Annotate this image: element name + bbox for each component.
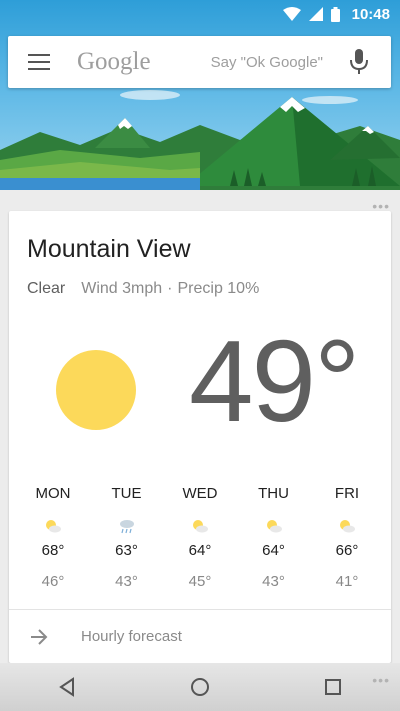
home-icon[interactable] <box>190 677 210 697</box>
high-temp: 63° <box>115 542 138 559</box>
low-temp: 43° <box>115 573 138 590</box>
back-icon[interactable] <box>57 677 77 697</box>
hourly-forecast-label: Hourly forecast <box>81 628 182 645</box>
day-name: WED <box>182 485 218 502</box>
high-temp: 68° <box>41 542 65 559</box>
hamburger-menu-icon[interactable] <box>28 54 50 70</box>
day-name: THU <box>258 485 289 502</box>
city-name: Mountain View <box>27 235 191 263</box>
battery-icon <box>330 6 340 22</box>
sun-icon <box>56 350 136 430</box>
recents-icon[interactable] <box>323 677 343 697</box>
weather-conditions: Clear Wind 3mph · Precip 10% <box>27 280 259 298</box>
status-time: 10:48 <box>351 5 390 23</box>
day-name: TUE <box>111 485 142 502</box>
search-bar[interactable]: Google Say "Ok Google" <box>8 36 391 88</box>
current-temperature: 49° <box>189 316 360 446</box>
condition-text: Clear <box>27 280 66 297</box>
partly-sunny-icon <box>166 516 234 536</box>
forecast-day: WED 64° 45° <box>166 485 234 590</box>
navigation-bar <box>0 663 400 711</box>
day-name: MON <box>35 485 71 502</box>
low-temp: 45° <box>188 573 212 590</box>
voice-search-hint[interactable]: Say "Ok Google" <box>211 54 323 71</box>
wifi-icon <box>282 7 301 21</box>
forecast-day: MON 68° 46° <box>19 485 87 590</box>
header-illustration <box>0 0 400 190</box>
high-temp: 66° <box>335 542 359 559</box>
low-temp: 43° <box>262 573 285 590</box>
forecast-day: TUE 63° 43° <box>93 485 161 590</box>
forecast-day: THU 64° 43° <box>240 485 308 590</box>
cell-signal-icon <box>308 7 323 21</box>
partly-sunny-icon <box>19 516 87 536</box>
status-bar: 10:48 <box>0 0 400 28</box>
forecast-day: FRI 66° 41° <box>313 485 381 590</box>
daily-forecast: MON 68° 46° TUE 63° 43° WED 64° 45° THU <box>19 485 381 590</box>
wind-text: Wind 3mph <box>81 280 163 297</box>
separator: · <box>167 280 173 297</box>
microphone-icon[interactable] <box>349 49 369 75</box>
hourly-forecast-link[interactable]: Hourly forecast <box>9 610 391 663</box>
rain-icon <box>93 516 161 536</box>
high-temp: 64° <box>188 542 212 559</box>
day-name: FRI <box>334 485 360 502</box>
arrow-right-icon <box>31 628 48 645</box>
partly-sunny-icon <box>313 516 381 536</box>
low-temp: 46° <box>41 573 65 590</box>
partly-sunny-icon <box>240 516 308 536</box>
overflow-menu-icon[interactable]: ••• <box>372 672 390 688</box>
precip-text: Precip 10% <box>177 280 260 297</box>
mountain-landscape-illustration <box>0 90 400 190</box>
google-logo: Google <box>77 48 151 75</box>
low-temp: 41° <box>335 573 359 590</box>
high-temp: 64° <box>262 542 285 559</box>
weather-card[interactable]: Mountain View Clear Wind 3mph · Precip 10% … <box>9 211 391 663</box>
